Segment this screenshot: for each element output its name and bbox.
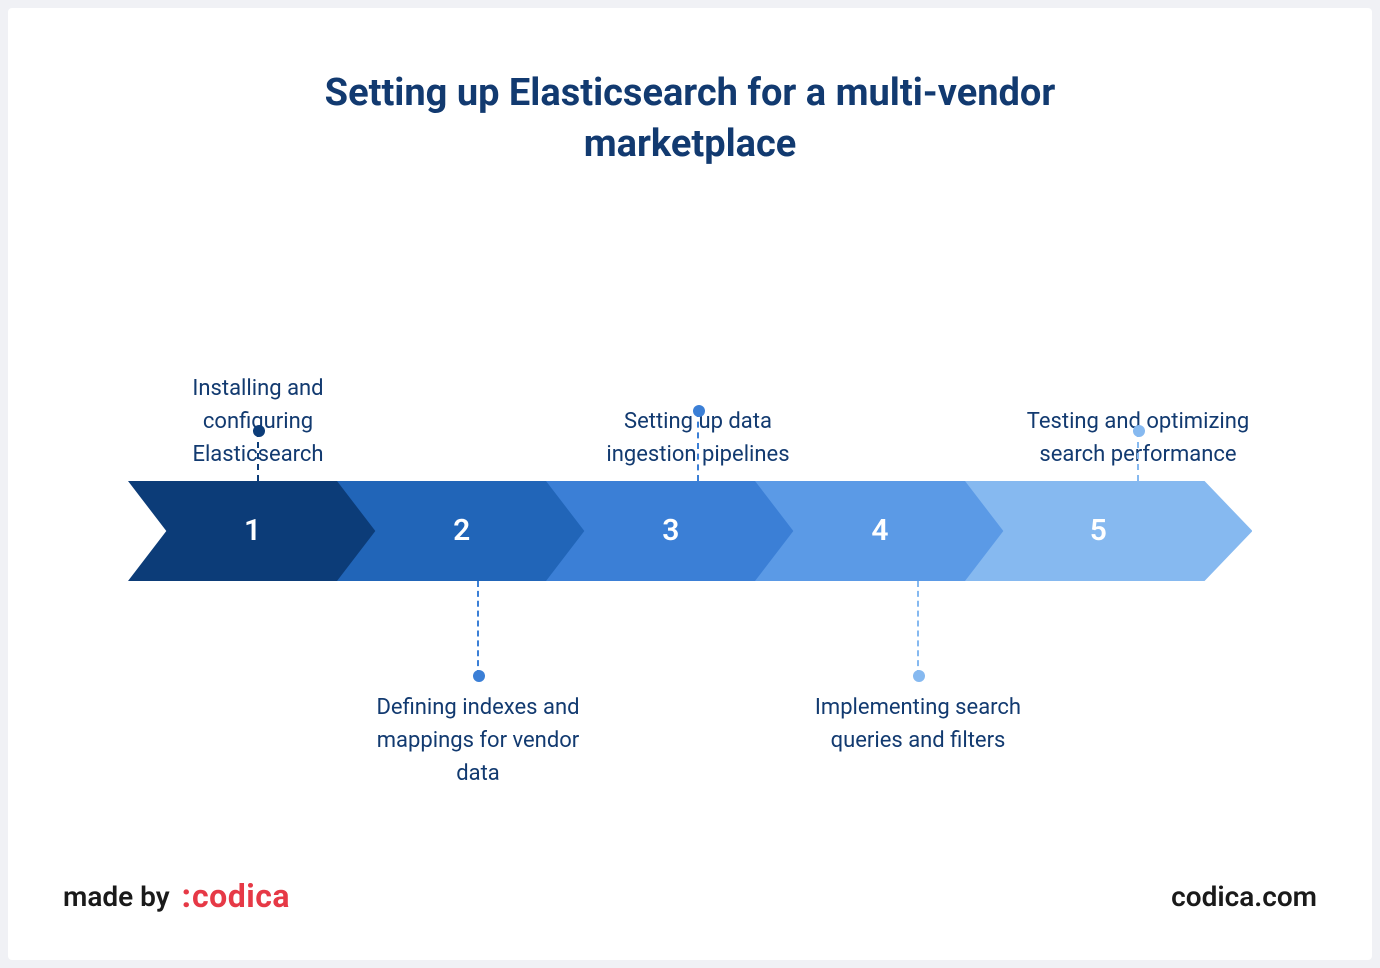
diagram-title: Setting up Elasticsearch for a multi-ven…	[240, 68, 1140, 171]
connector-3	[697, 411, 699, 481]
connector-dot-icon	[253, 425, 265, 437]
step-1-number: 1	[244, 513, 261, 548]
connector-5	[1137, 431, 1139, 481]
connector-dot-icon	[913, 670, 925, 682]
step-4-label: Implementing search queries and filters	[803, 691, 1033, 757]
footer: made by :codica codica.com	[63, 877, 1317, 915]
logo-colon-icon: :	[182, 877, 192, 915]
connector-dot-icon	[473, 670, 485, 682]
logo-name: codica	[192, 877, 290, 915]
codica-logo: :codica	[182, 877, 290, 915]
step-5-number: 5	[1090, 513, 1107, 548]
footer-left: made by :codica	[63, 877, 290, 915]
step-4-number: 4	[871, 513, 888, 548]
step-2-number: 2	[453, 513, 470, 548]
connector-dot-icon	[693, 405, 705, 417]
connector-1	[257, 431, 259, 481]
connector-2	[477, 581, 479, 676]
made-by-text: made by	[63, 880, 170, 913]
step-3-number: 3	[662, 513, 679, 548]
connector-dot-icon	[1133, 425, 1145, 437]
diagram-card: Setting up Elasticsearch for a multi-ven…	[8, 8, 1372, 960]
connector-4	[917, 581, 919, 676]
step-2-label: Defining indexes and mappings for vendor…	[363, 691, 593, 790]
arrow-row: 1 2 3 4	[128, 481, 1252, 581]
process-diagram: Installing and configuring Elasticsearch…	[58, 261, 1322, 781]
footer-site: codica.com	[1171, 880, 1317, 913]
chevron-5: 5	[965, 481, 1252, 581]
